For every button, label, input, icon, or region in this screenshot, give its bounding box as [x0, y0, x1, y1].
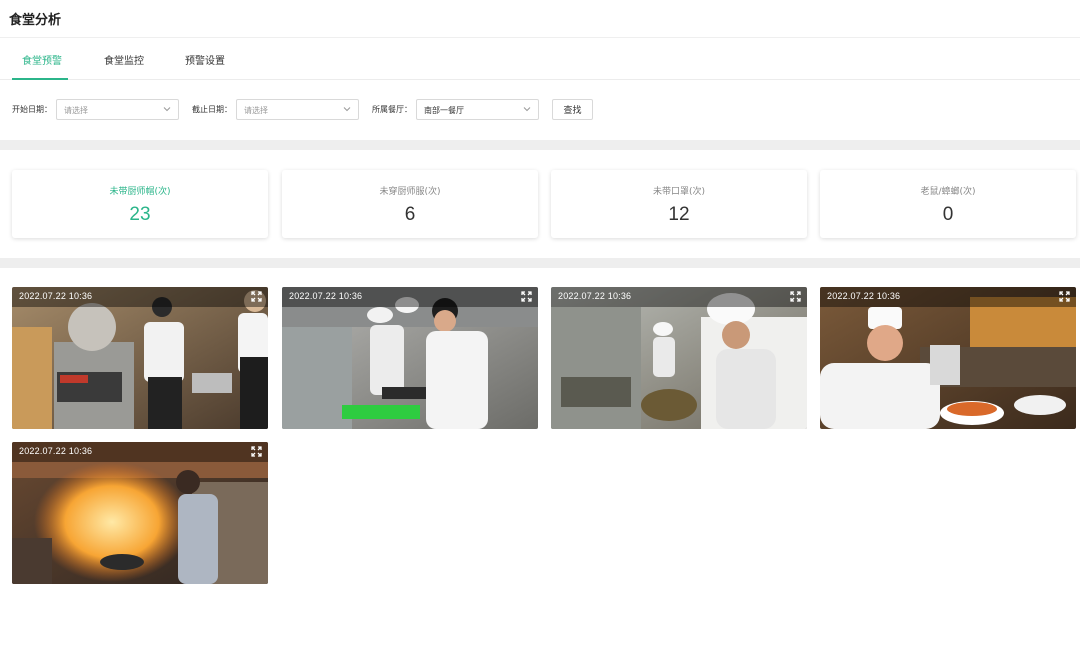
kitchen-photo — [551, 287, 807, 429]
photo-card[interactable]: 2022.07.22 10:36 — [12, 287, 268, 429]
stat-card-pests[interactable]: 老鼠/蟑螂(次) 0 — [820, 170, 1076, 238]
chevron-down-icon — [523, 107, 531, 112]
active-tab-indicator — [12, 78, 68, 80]
tab-canteen-monitor[interactable]: 食堂监控 — [104, 52, 144, 67]
photo-timestamp: 2022.07.22 10:36 — [558, 291, 632, 301]
stat-card-no-mask[interactable]: 未带口罩(次) 12 — [551, 170, 807, 238]
stat-card-no-chef-uniform[interactable]: 未穿厨师服(次) 6 — [282, 170, 538, 238]
stat-label: 未带口罩(次) — [652, 187, 706, 197]
tab-warning-settings[interactable]: 预警设置 — [185, 52, 225, 67]
section-divider — [0, 140, 1080, 150]
expand-icon[interactable] — [251, 291, 262, 302]
section-divider — [0, 258, 1080, 268]
expand-icon[interactable] — [1059, 291, 1070, 302]
photo-card[interactable]: 2022.07.22 10:36 — [551, 287, 807, 429]
kitchen-photo — [820, 287, 1076, 429]
canteen-value: 南部一餐厅 — [424, 106, 464, 115]
kitchen-photo — [12, 442, 268, 584]
photo-timestamp: 2022.07.22 10:36 — [827, 291, 901, 301]
stat-label: 未穿厨师服(次) — [379, 187, 441, 197]
chevron-down-icon — [343, 107, 351, 112]
stat-value: 0 — [942, 204, 954, 225]
stat-value: 12 — [668, 204, 690, 225]
stat-value: 23 — [129, 204, 151, 225]
photo-card[interactable]: 2022.07.22 10:36 — [282, 287, 538, 429]
stat-card-no-chef-hat[interactable]: 未带厨师帽(次) 23 — [12, 170, 268, 238]
stat-label: 老鼠/蟑螂(次) — [920, 187, 976, 197]
start-date-label: 开始日期： — [12, 105, 52, 114]
end-date-label: 截止日期： — [192, 105, 232, 114]
photo-timestamp: 2022.07.22 10:36 — [19, 291, 93, 301]
canteen-label: 所属餐厅： — [372, 105, 412, 114]
tab-bar: 食堂预警 食堂监控 预警设置 — [0, 38, 1080, 80]
stat-value: 6 — [404, 204, 416, 225]
expand-icon[interactable] — [521, 291, 532, 302]
photo-timestamp: 2022.07.22 10:36 — [19, 446, 93, 456]
filter-bar: 开始日期： 请选择 截止日期： 请选择 所属餐厅： 南部一餐厅 查找 — [0, 81, 1080, 139]
photo-card[interactable]: 2022.07.22 10:36 — [12, 442, 268, 584]
kitchen-photo — [282, 287, 538, 429]
kitchen-photo — [12, 287, 268, 429]
photo-timestamp: 2022.07.22 10:36 — [289, 291, 363, 301]
title-bar: 食堂分析 — [0, 0, 1080, 38]
chevron-down-icon — [163, 107, 171, 112]
page-title: 食堂分析 — [9, 13, 62, 28]
photo-card[interactable]: 2022.07.22 10:36 — [820, 287, 1076, 429]
tab-canteen-warning[interactable]: 食堂预警 — [22, 52, 62, 67]
start-date-select[interactable]: 请选择 — [56, 99, 179, 120]
end-date-select[interactable]: 请选择 — [236, 99, 359, 120]
stat-label: 未带厨师帽(次) — [109, 187, 171, 197]
search-button[interactable]: 查找 — [552, 99, 593, 120]
expand-icon[interactable] — [251, 446, 262, 457]
end-date-placeholder: 请选择 — [244, 106, 268, 115]
canteen-select[interactable]: 南部一餐厅 — [416, 99, 539, 120]
expand-icon[interactable] — [790, 291, 801, 302]
start-date-placeholder: 请选择 — [64, 106, 88, 115]
